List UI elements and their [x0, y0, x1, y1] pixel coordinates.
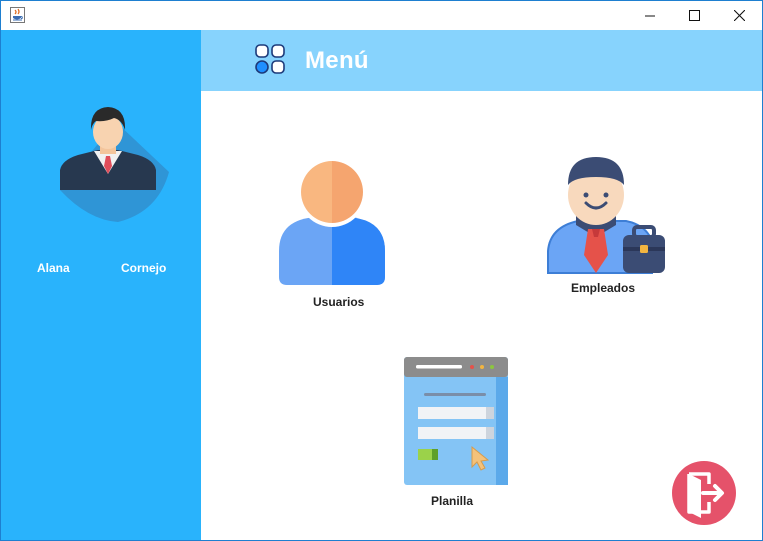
businessman-avatar-icon	[58, 102, 172, 224]
usuarios-label: Usuarios	[313, 295, 365, 309]
maximize-icon	[689, 10, 700, 21]
user-first-name: Alana	[37, 261, 70, 275]
user-last-name: Cornejo	[121, 261, 167, 275]
close-button[interactable]	[717, 1, 762, 30]
planilla-label: Planilla	[431, 494, 474, 508]
minimize-icon	[644, 15, 655, 16]
empleados-button[interactable]	[546, 155, 668, 277]
title-bar[interactable]	[1, 1, 762, 30]
menu-grid-icon	[255, 44, 285, 74]
java-app-icon	[10, 7, 25, 23]
payroll-form-icon	[404, 357, 508, 485]
employee-icon	[547, 157, 665, 274]
exit-button[interactable]	[671, 460, 737, 526]
planilla-button[interactable]	[402, 355, 510, 487]
empleados-label: Empleados	[571, 281, 636, 295]
page-title: Menú	[305, 47, 369, 74]
usuarios-button[interactable]	[277, 155, 387, 287]
exit-door-icon	[672, 461, 736, 525]
minimize-button[interactable]	[627, 1, 672, 30]
app-window: Alana Cornejo Menú Usuarios Empleados Pl…	[0, 0, 763, 541]
close-icon	[734, 10, 745, 21]
maximize-button[interactable]	[672, 1, 717, 30]
sidebar: Alana Cornejo	[1, 30, 201, 540]
header-bar: Menú	[201, 30, 762, 91]
user-icon	[279, 159, 385, 285]
